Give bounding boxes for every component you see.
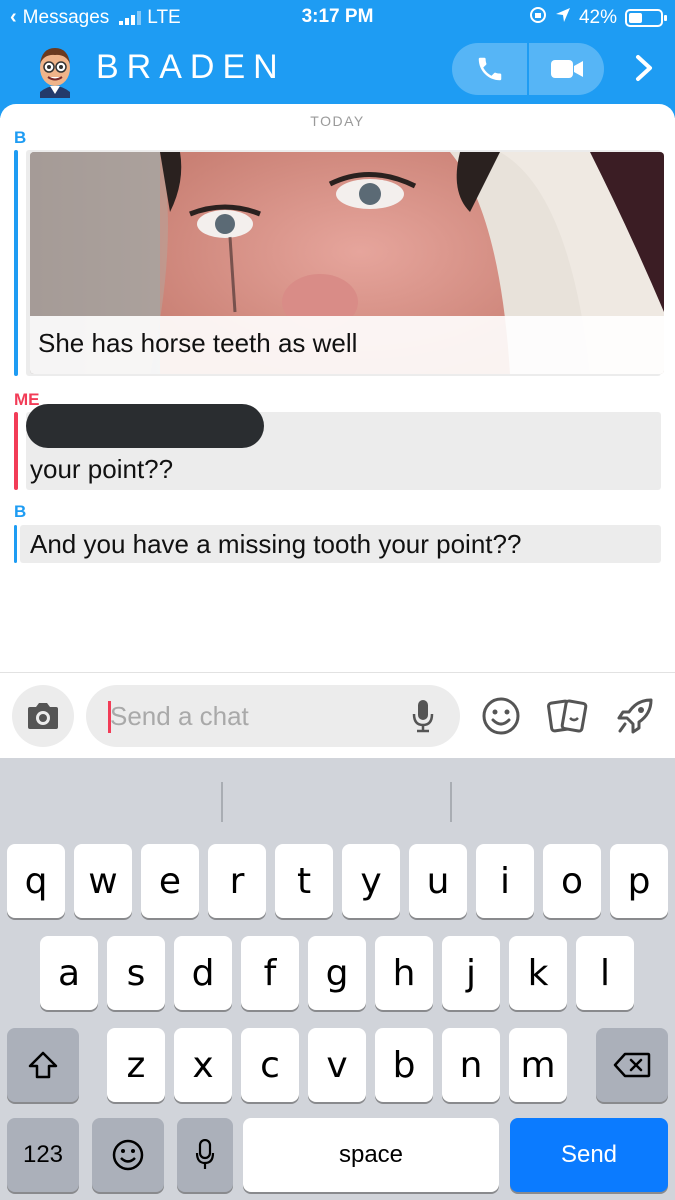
rotation-lock-icon <box>529 6 547 30</box>
contact-name[interactable]: BRADEN <box>96 48 286 87</box>
emoji-icon <box>112 1139 144 1171</box>
keyboard: q w e r t y u i o p a s d f g h j k l z … <box>0 758 675 1200</box>
message-text-content: your point?? <box>30 454 174 484</box>
key-e[interactable]: e <box>141 844 199 918</box>
delete-key[interactable] <box>596 1028 668 1102</box>
rocket-icon <box>617 698 653 734</box>
key-x[interactable]: x <box>174 1028 232 1102</box>
key-z[interactable]: z <box>107 1028 165 1102</box>
camera-icon <box>28 703 58 729</box>
stickers-button[interactable] <box>545 693 591 739</box>
phone-icon <box>478 57 501 81</box>
key-w[interactable]: w <box>74 844 132 918</box>
video-call-button[interactable] <box>529 43 604 95</box>
key-o[interactable]: o <box>543 844 601 918</box>
games-button[interactable] <box>612 693 658 739</box>
camera-button[interactable] <box>12 685 74 747</box>
bitmoji-button[interactable] <box>478 693 524 739</box>
chat-input[interactable]: Send a chat <box>86 685 460 747</box>
key-i[interactable]: i <box>476 844 534 918</box>
key-r[interactable]: r <box>208 844 266 918</box>
shift-icon <box>28 1051 58 1079</box>
bitmoji-avatar[interactable] <box>26 40 84 98</box>
battery-icon <box>625 9 667 27</box>
key-f[interactable]: f <box>241 936 299 1010</box>
key-s[interactable]: s <box>107 936 165 1010</box>
shared-photo[interactable]: She has horse teeth as well <box>30 152 664 374</box>
message-photo[interactable]: She has horse teeth as well <box>14 150 664 376</box>
key-b[interactable]: b <box>375 1028 433 1102</box>
chat-input-placeholder: Send a chat <box>110 701 249 731</box>
stickers-icon <box>547 699 588 733</box>
key-n[interactable]: n <box>442 1028 500 1102</box>
key-p[interactable]: p <box>610 844 668 918</box>
key-h[interactable]: h <box>375 936 433 1010</box>
chat-header: ‹ Messages LTE 3:17 PM 42% BRADEN <box>0 0 675 118</box>
backspace-icon <box>613 1052 651 1078</box>
microphone-icon <box>412 700 434 733</box>
chat-thread[interactable]: TODAY B She has horse teeth as well ME y… <box>0 104 675 672</box>
key-t[interactable]: t <box>275 844 333 918</box>
call-button-group <box>452 43 604 95</box>
key-d[interactable]: d <box>174 936 232 1010</box>
space-key[interactable]: space <box>243 1118 499 1192</box>
sender-label: B <box>14 502 27 521</box>
smiley-icon <box>482 697 520 735</box>
key-l[interactable]: l <box>576 936 634 1010</box>
status-right: 42% <box>529 6 667 30</box>
sender-bar <box>14 150 18 376</box>
nav-bar: BRADEN <box>0 38 675 100</box>
numbers-key[interactable]: 123 <box>7 1118 79 1192</box>
chevron-right-icon <box>636 55 652 81</box>
sender-label: B <box>14 128 27 147</box>
key-y[interactable]: y <box>342 844 400 918</box>
location-icon <box>555 7 571 29</box>
voice-note-button[interactable] <box>412 699 434 738</box>
shift-key[interactable] <box>7 1028 79 1102</box>
microphone-icon <box>195 1139 215 1169</box>
open-profile-button[interactable] <box>624 48 664 88</box>
key-k[interactable]: k <box>509 936 567 1010</box>
emoji-key[interactable] <box>92 1118 164 1192</box>
key-m[interactable]: m <box>509 1028 567 1102</box>
battery-percent: 42% <box>578 7 617 28</box>
key-j[interactable]: j <box>442 936 500 1010</box>
dictation-key[interactable] <box>177 1118 233 1192</box>
key-c[interactable]: c <box>241 1028 299 1102</box>
status-bar: ‹ Messages LTE 3:17 PM 42% <box>0 0 675 34</box>
send-key[interactable]: Send <box>510 1118 668 1192</box>
voice-call-button[interactable] <box>452 43 527 95</box>
message-text[interactable]: And you have a missing tooth your point?… <box>14 525 661 563</box>
key-q[interactable]: q <box>7 844 65 918</box>
photo-caption: She has horse teeth as well <box>30 316 664 374</box>
suggestion-divider <box>450 782 452 822</box>
redaction-scribble <box>26 404 264 448</box>
sender-bar <box>14 412 18 490</box>
key-u[interactable]: u <box>409 844 467 918</box>
key-g[interactable]: g <box>308 936 366 1010</box>
key-v[interactable]: v <box>308 1028 366 1102</box>
suggestion-divider <box>221 782 223 822</box>
message-text-content: And you have a missing tooth your point?… <box>30 529 522 559</box>
date-separator: TODAY <box>310 113 365 129</box>
sender-bar <box>14 525 17 563</box>
key-a[interactable]: a <box>40 936 98 1010</box>
video-icon <box>550 60 583 78</box>
chat-composer: Send a chat <box>0 672 675 758</box>
